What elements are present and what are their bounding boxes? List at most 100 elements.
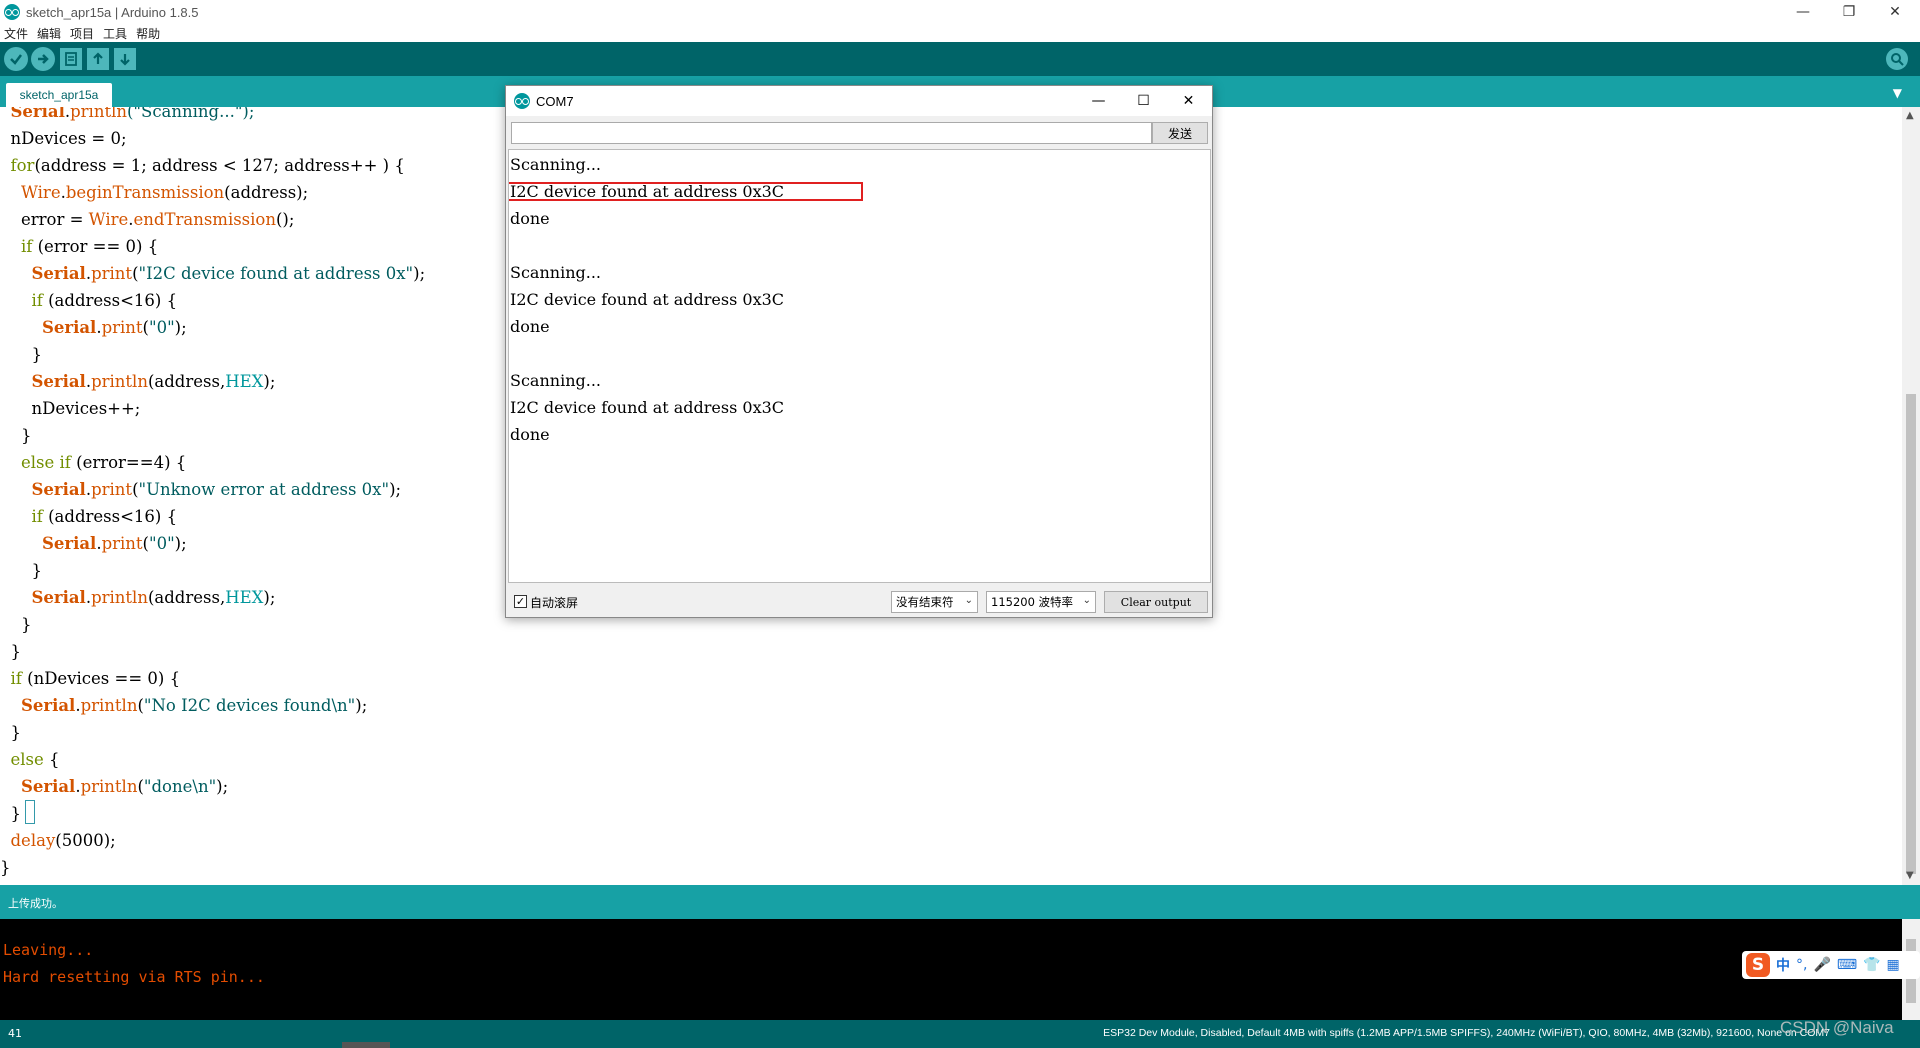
status-bar: 上传成功。 — [0, 885, 1920, 919]
serial-monitor-footer: ✓ 自动滚屏 没有结束符 ⌄ 115200 波特率 ⌄ Clear output — [506, 587, 1212, 617]
close-button[interactable]: ✕ — [1872, 0, 1918, 24]
arduino-logo-icon — [4, 4, 20, 20]
code-line: } — [0, 723, 21, 742]
keyboard-icon[interactable]: ⌨ — [1837, 957, 1857, 973]
code-line: } — [0, 642, 21, 661]
serial-monitor-button[interactable] — [1886, 48, 1908, 70]
code-line: Serial.println("Scanning..."); — [10, 107, 255, 121]
menu-sketch[interactable]: 项目 — [70, 25, 94, 42]
grid-icon[interactable]: ▦ — [1887, 957, 1900, 973]
microphone-icon[interactable]: 🎤 — [1813, 957, 1830, 973]
code-line: Serial.println(address,HEX); — [31, 588, 276, 607]
code-line: Serial.print("0"); — [41, 318, 187, 337]
autoscroll-checkbox[interactable]: ✓ — [514, 595, 527, 608]
watermark: CSDN @Naiva — [1780, 1018, 1894, 1037]
sogou-logo-icon: S — [1746, 953, 1770, 977]
console-line: Hard resetting via RTS pin... — [3, 968, 265, 986]
restore-button[interactable]: ❐ — [1826, 0, 1872, 24]
serial-monitor-window: COM7 — ☐ ✕ 发送 Scanning... I2C device fou… — [505, 85, 1213, 618]
line-number: 41 — [8, 1027, 22, 1040]
scroll-down-icon[interactable]: ▼ — [1906, 870, 1914, 881]
verify-button[interactable] — [4, 47, 28, 71]
save-button[interactable] — [114, 48, 136, 70]
code-line: if (error == 0) { — [20, 237, 159, 256]
window-title: sketch_apr15a | Arduino 1.8.5 — [26, 4, 199, 20]
editor-scrollbar[interactable]: ▲ ▼ — [1902, 107, 1920, 885]
code-line: nDevices = 0; — [0, 129, 127, 148]
output-line: Scanning... — [510, 155, 601, 174]
upload-button[interactable] — [31, 47, 55, 71]
serial-monitor-title: COM7 — [536, 93, 574, 109]
arduino-logo-icon — [514, 93, 530, 109]
bottom-bar: 41 ESP32 Dev Module, Disabled, Default 4… — [0, 1020, 1920, 1048]
baud-rate-value: 115200 波特率 — [991, 595, 1074, 609]
code-line: delay(5000); — [10, 831, 116, 850]
punctuation-icon[interactable]: °, — [1796, 957, 1807, 973]
tab-menu-icon[interactable]: ▼ — [1893, 86, 1902, 100]
code-line: Serial.println("No I2C devices found\n")… — [20, 696, 368, 715]
code-line: Serial.println("done\n"); — [20, 777, 229, 796]
code-line: } — [0, 426, 32, 445]
new-file-icon — [65, 52, 77, 66]
board-info: ESP32 Dev Module, Disabled, Default 4MB … — [1103, 1027, 1830, 1039]
serial-send-input[interactable] — [511, 122, 1152, 144]
bracket-match-highlight — [25, 800, 35, 824]
arrow-up-icon — [93, 52, 103, 64]
baud-rate-select[interactable]: 115200 波特率 ⌄ — [986, 591, 1096, 613]
serial-close-button[interactable]: ✕ — [1166, 86, 1211, 116]
title-bar: sketch_apr15a | Arduino 1.8.5 — ❐ ✕ — [0, 0, 1920, 24]
tab-sketch[interactable]: sketch_apr15a — [6, 83, 112, 107]
ime-mode-toggle[interactable]: 中 — [1776, 955, 1790, 975]
ime-toolbar[interactable]: S 中 °, 🎤 ⌨ 👕 ▦ — [1742, 951, 1920, 979]
serial-minimize-button[interactable]: — — [1076, 86, 1121, 116]
serial-output[interactable]: Scanning... I2C device found at address … — [508, 149, 1211, 583]
arrow-right-icon — [38, 54, 49, 64]
menu-edit[interactable]: 编辑 — [37, 25, 61, 42]
code-line: Wire.beginTransmission(address); — [20, 183, 309, 202]
menu-bar: 文件 编辑 项目 工具 帮助 — [0, 24, 1920, 42]
scroll-up-icon[interactable]: ▲ — [1906, 110, 1914, 121]
chevron-down-icon: ⌄ — [964, 595, 973, 606]
taskbar-fragment — [342, 1042, 390, 1048]
arrow-down-icon — [120, 54, 130, 66]
code-line: } — [0, 345, 42, 364]
code-line: if (address<16) { — [31, 291, 178, 310]
output-line: done — [510, 317, 550, 336]
menu-help[interactable]: 帮助 — [136, 25, 160, 42]
menu-tools[interactable]: 工具 — [103, 25, 127, 42]
code-line: else { — [10, 750, 60, 769]
check-icon — [10, 54, 22, 65]
clear-output-button[interactable]: Clear output — [1104, 591, 1208, 613]
autoscroll-label: 自动滚屏 — [530, 596, 579, 610]
line-ending-value: 没有结束符 — [896, 595, 954, 609]
arduino-ide-window: sketch_apr15a | Arduino 1.8.5 — ❐ ✕ 文件 编… — [0, 0, 1920, 1048]
code-line: } — [0, 615, 32, 634]
code-line: Serial.println(address,HEX); — [31, 372, 276, 391]
serial-maximize-button[interactable]: ☐ — [1121, 86, 1166, 116]
code-line: for(address = 1; address < 127; address+… — [10, 156, 405, 175]
output-line: Scanning... — [510, 263, 601, 282]
open-button[interactable] — [87, 48, 109, 70]
output-line: I2C device found at address 0x3C — [510, 290, 785, 309]
line-ending-select[interactable]: 没有结束符 ⌄ — [891, 591, 978, 613]
send-button[interactable]: 发送 — [1152, 122, 1208, 144]
toolbar — [0, 42, 1920, 76]
output-line: done — [510, 209, 550, 228]
new-sketch-button[interactable] — [60, 48, 82, 70]
chevron-down-icon: ⌄ — [1082, 595, 1091, 606]
editor-scroll-thumb[interactable] — [1906, 394, 1916, 874]
code-line: if (address<16) { — [31, 507, 178, 526]
minimize-button[interactable]: — — [1780, 0, 1826, 24]
code-line: nDevices++; — [0, 399, 141, 418]
console-output[interactable]: Leaving... Hard resetting via RTS pin... — [0, 919, 1902, 1020]
skin-icon[interactable]: 👕 — [1863, 957, 1880, 973]
serial-monitor-titlebar: COM7 — ☐ ✕ — [506, 86, 1212, 116]
annotation-highlight-box — [509, 182, 863, 201]
code-line: Serial.print("0"); — [41, 534, 187, 553]
output-line: Scanning... — [510, 371, 601, 390]
console-line: Leaving... — [3, 941, 94, 959]
code-line: } — [0, 804, 21, 823]
output-line: done — [510, 425, 550, 444]
magnifier-icon — [1891, 53, 1904, 66]
menu-file[interactable]: 文件 — [4, 25, 28, 42]
